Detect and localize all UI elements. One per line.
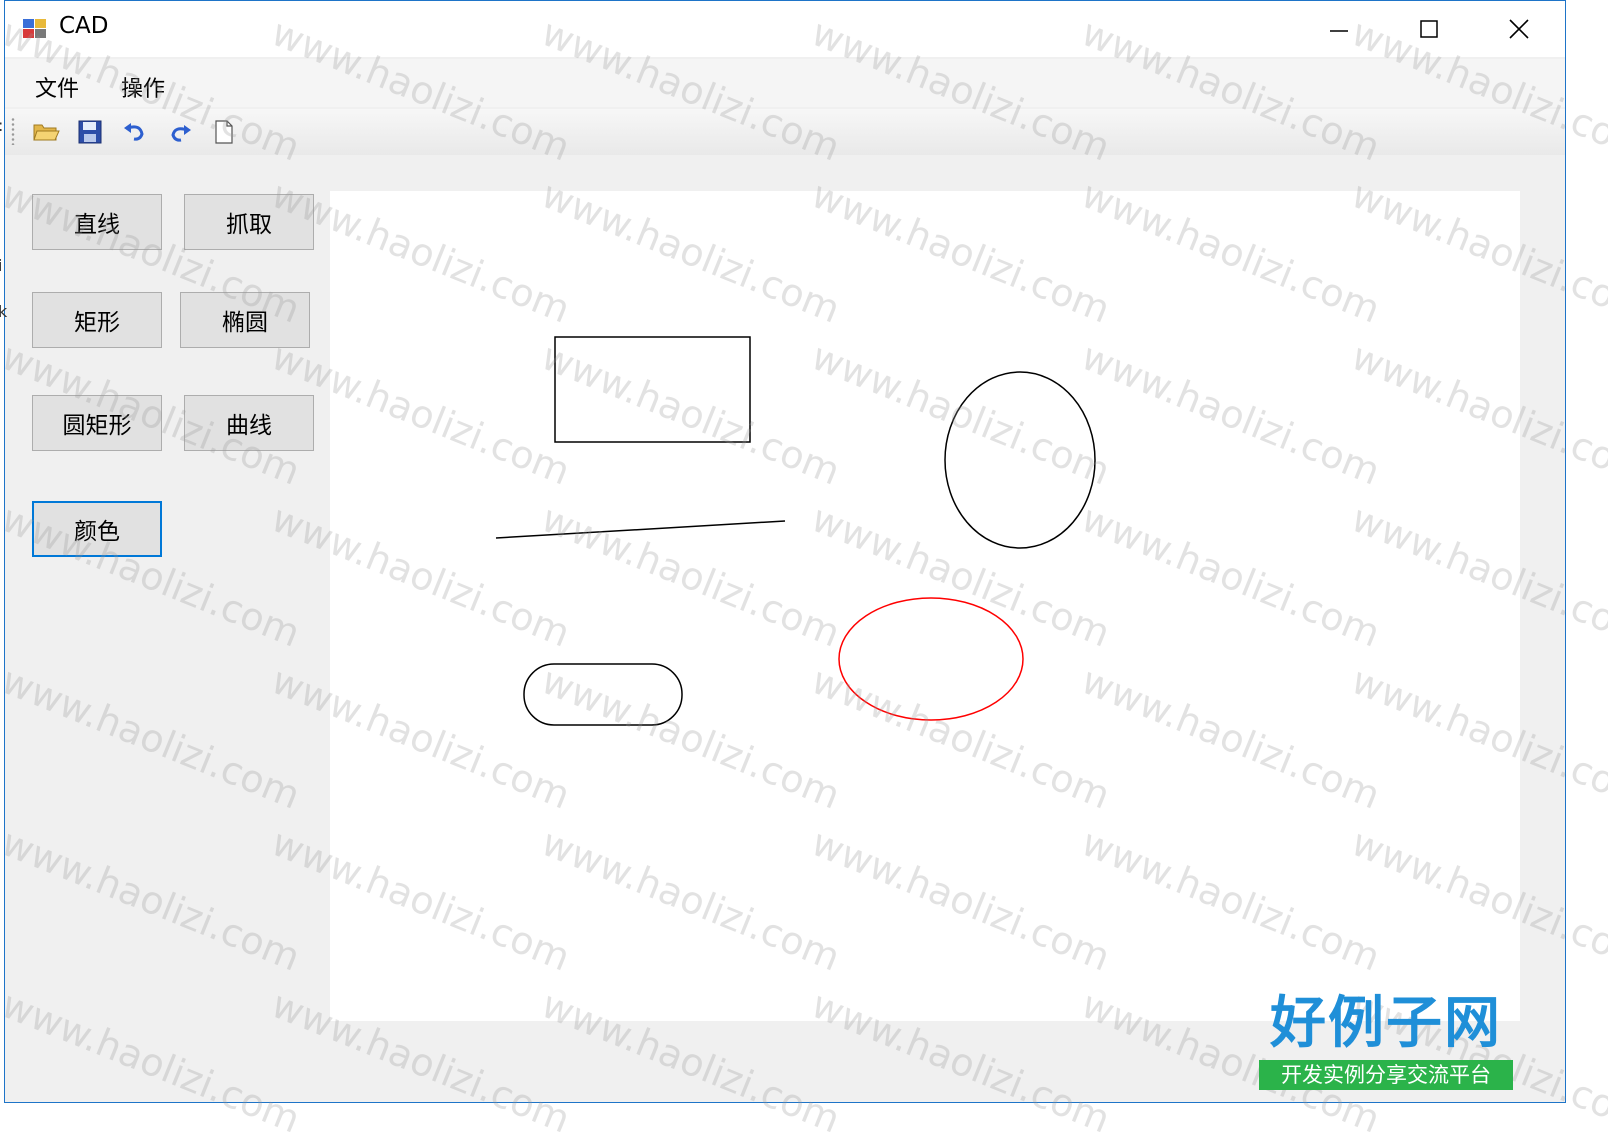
shape-rectangle[interactable] — [554, 336, 751, 443]
site-logo: 好例子网 开发实例分享交流平台 — [1257, 992, 1515, 1094]
title-bar[interactable]: CAD — [5, 1, 1565, 57]
curve-button[interactable]: 曲线 — [184, 395, 314, 451]
canvas-drawing — [495, 336, 1096, 726]
logo-subtitle: 开发实例分享交流平台 — [1259, 1060, 1513, 1090]
color-button[interactable]: 颜色 — [32, 501, 162, 557]
close-icon — [1509, 19, 1529, 39]
rectangle-button[interactable]: 矩形 — [32, 292, 162, 348]
undo-icon — [124, 123, 144, 141]
window-title: CAD — [59, 13, 109, 39]
new-button[interactable] — [209, 117, 239, 147]
logo-main-text: 好例子网 — [1270, 990, 1502, 1056]
minimize-icon — [1330, 30, 1348, 32]
app-icon — [22, 17, 48, 41]
save-button[interactable] — [75, 117, 105, 147]
rounded-rect-button[interactable]: 圆矩形 — [32, 395, 162, 451]
menu-operation[interactable]: 操作 — [117, 69, 169, 105]
redo-icon — [171, 125, 191, 142]
maximize-button[interactable] — [1385, 1, 1473, 57]
app-window: CAD 文件 操作 直线 抓取 矩形 椭圆 圆矩形 曲线 颜色 — [4, 0, 1566, 1103]
shape-line[interactable] — [495, 520, 786, 539]
undo-button[interactable] — [120, 117, 150, 147]
new-document-icon — [215, 120, 233, 144]
shape-ellipse[interactable] — [944, 371, 1096, 549]
save-icon — [78, 120, 102, 144]
redo-button[interactable] — [165, 117, 195, 147]
grab-button[interactable]: 抓取 — [184, 194, 314, 250]
menu-bar: 文件 操作 — [5, 59, 1565, 107]
line-button[interactable]: 直线 — [32, 194, 162, 250]
folder-open-icon — [33, 124, 60, 141]
maximize-icon — [1420, 20, 1438, 38]
background-text-fragment: : — [0, 116, 3, 135]
background-text-fragment: k — [0, 302, 8, 321]
ellipse-button[interactable]: 椭圆 — [180, 292, 310, 348]
minimize-button[interactable] — [1295, 1, 1383, 57]
shape-red-ellipse[interactable] — [838, 597, 1024, 721]
tool-strip — [5, 109, 1565, 155]
menu-file[interactable]: 文件 — [31, 69, 83, 105]
shape-rounded-rectangle[interactable] — [523, 663, 683, 726]
background-text-fragment: i — [0, 256, 3, 275]
drawing-canvas[interactable] — [330, 191, 1520, 1021]
close-button[interactable] — [1475, 1, 1563, 57]
open-button[interactable] — [31, 117, 61, 147]
tool-panel: 直线 抓取 矩形 椭圆 圆矩形 曲线 颜色 — [5, 161, 330, 1061]
toolbar-grip[interactable] — [11, 117, 15, 145]
